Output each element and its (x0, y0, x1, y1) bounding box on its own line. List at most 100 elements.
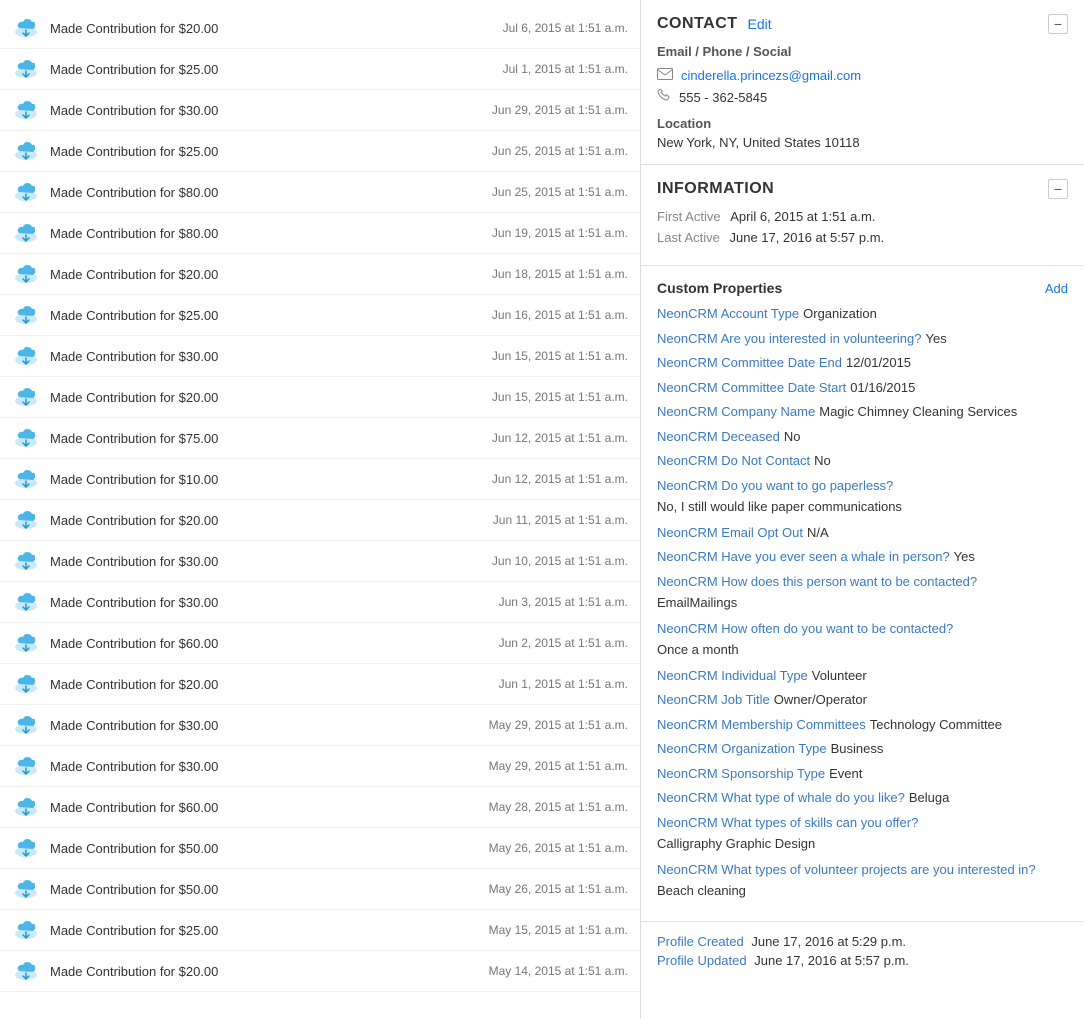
contribution-icon (12, 342, 40, 370)
activity-date: Jun 10, 2015 at 1:51 a.m. (492, 554, 628, 568)
property-label: NeonCRM How does this person want to be … (657, 574, 977, 589)
activity-date: May 14, 2015 at 1:51 a.m. (489, 964, 628, 978)
contribution-icon (12, 506, 40, 534)
contribution-icon (12, 137, 40, 165)
property-label: NeonCRM Membership Committees (657, 717, 866, 732)
property-label: NeonCRM What type of whale do you like? (657, 790, 905, 805)
activity-row: Made Contribution for $30.00 Jun 10, 2015… (0, 541, 640, 582)
property-row: NeonCRM Sponsorship TypeEvent (657, 764, 1068, 784)
property-value: Once a month (657, 640, 1068, 660)
activity-row: Made Contribution for $20.00May 14, 2015… (0, 951, 640, 992)
activity-text: Made Contribution for $30.00 (50, 554, 476, 569)
activity-row: Made Contribution for $80.00Jun 19, 2015… (0, 213, 640, 254)
contribution-icon (12, 711, 40, 739)
property-row: NeonCRM Do Not ContactNo (657, 451, 1068, 471)
property-row: NeonCRM Organization Type Business (657, 739, 1068, 759)
activity-date: Jul 6, 2015 at 1:51 a.m. (503, 21, 628, 35)
contribution-icon (12, 219, 40, 247)
contribution-icon (12, 752, 40, 780)
activity-row: Made Contribution for $20.00 Jun 1, 2015 … (0, 664, 640, 705)
contribution-icon (12, 957, 40, 985)
property-label: NeonCRM Email Opt Out (657, 525, 803, 540)
property-row: NeonCRM What type of whale do you like? B… (657, 788, 1068, 808)
profile-updated-value: June 17, 2016 at 5:57 p.m. (754, 953, 909, 968)
activity-row: Made Contribution for $30.00Jun 15, 2015… (0, 336, 640, 377)
property-value: Business (831, 741, 884, 756)
contribution-icon (12, 670, 40, 698)
location-label: Location (657, 116, 1068, 131)
property-label: NeonCRM Committee Date Start (657, 380, 846, 395)
activity-row: Made Contribution for $25.00May 15, 2015… (0, 910, 640, 951)
edit-contact-link[interactable]: Edit (748, 16, 772, 32)
property-label: NeonCRM Job Title (657, 692, 770, 707)
activity-date: Jul 1, 2015 at 1:51 a.m. (503, 62, 628, 76)
activity-text: Made Contribution for $20.00 (50, 513, 477, 528)
property-label: NeonCRM What types of volunteer projects… (657, 862, 1036, 877)
contribution-icon (12, 875, 40, 903)
property-value: Technology Committee (870, 717, 1002, 732)
activity-text: Made Contribution for $20.00 (50, 390, 476, 405)
activity-date: May 29, 2015 at 1:51 a.m. (489, 759, 628, 773)
information-collapse-btn[interactable]: − (1048, 179, 1068, 199)
activity-text: Made Contribution for $80.00 (50, 226, 476, 241)
activity-row: Made Contribution for $30.00May 29, 2015… (0, 746, 640, 787)
activity-text: Made Contribution for $20.00 (50, 267, 476, 282)
contribution-icon (12, 834, 40, 862)
property-row: NeonCRM Individual TypeVolunteer (657, 666, 1068, 686)
contact-panel: CONTACT Edit − Email / Phone / Social ci… (640, 0, 1084, 1019)
property-row: NeonCRM Do you want to go paperless?No, … (657, 476, 1068, 517)
contribution-icon (12, 260, 40, 288)
activity-date: Jun 11, 2015 at 1:51 a.m. (493, 513, 628, 527)
activity-text: Made Contribution for $20.00 (50, 21, 487, 36)
contribution-icon (12, 547, 40, 575)
property-label: NeonCRM Are you interested in volunteeri… (657, 331, 921, 346)
contribution-icon (12, 793, 40, 821)
contribution-icon (12, 465, 40, 493)
property-row: NeonCRM Email Opt Out N/A (657, 523, 1068, 543)
activity-text: Made Contribution for $30.00 (50, 103, 476, 118)
activity-date: May 28, 2015 at 1:51 a.m. (489, 800, 628, 814)
activity-row: Made Contribution for $20.00 Jul 6, 2015 … (0, 8, 640, 49)
activity-text: Made Contribution for $20.00 (50, 677, 483, 692)
activity-row: Made Contribution for $20.00Jun 18, 2015… (0, 254, 640, 295)
property-row: NeonCRM DeceasedNo (657, 427, 1068, 447)
contribution-icon (12, 629, 40, 657)
activity-text: Made Contribution for $25.00 (50, 923, 473, 938)
property-value: Organization (803, 306, 877, 321)
activity-row: Made Contribution for $80.00Jun 25, 2015… (0, 172, 640, 213)
contribution-icon (12, 178, 40, 206)
email-icon (657, 67, 673, 83)
activity-date: Jun 1, 2015 at 1:51 a.m. (499, 677, 628, 691)
information-section: INFORMATION − First Active April 6, 2015… (641, 165, 1084, 266)
contact-collapse-btn[interactable]: − (1048, 14, 1068, 34)
property-row: NeonCRM Committee Date End12/01/2015 (657, 353, 1068, 373)
property-value: Calligraphy Graphic Design (657, 834, 1068, 854)
property-value: N/A (807, 525, 829, 540)
first-active-label: First Active (657, 209, 721, 224)
activity-date: Jun 12, 2015 at 1:51 a.m. (492, 431, 628, 445)
property-value: Beluga (909, 790, 949, 805)
email-value[interactable]: cinderella.princezs@gmail.com (681, 68, 861, 83)
property-label: NeonCRM Sponsorship Type (657, 766, 825, 781)
activity-text: Made Contribution for $30.00 (50, 595, 483, 610)
add-property-btn[interactable]: Add (1045, 281, 1068, 296)
activity-date: Jun 16, 2015 at 1:51 a.m. (492, 308, 628, 322)
contact-title: CONTACT (657, 15, 738, 33)
location-value: New York, NY, United States 10118 (657, 135, 1068, 150)
activity-row: Made Contribution for $25.00Jun 25, 2015… (0, 131, 640, 172)
property-row: NeonCRM What types of skills can you off… (657, 813, 1068, 854)
property-row: NeonCRM Committee Date Start 01/16/2015 (657, 378, 1068, 398)
information-title: INFORMATION (657, 180, 774, 198)
activity-row: Made Contribution for $25.00Jul 1, 2015 … (0, 49, 640, 90)
contact-section: CONTACT Edit − Email / Phone / Social ci… (641, 0, 1084, 165)
activity-text: Made Contribution for $25.00 (50, 308, 476, 323)
property-label: NeonCRM Committee Date End (657, 355, 842, 370)
activity-text: Made Contribution for $30.00 (50, 718, 473, 733)
profile-meta: Profile Created June 17, 2016 at 5:29 p.… (641, 922, 1084, 984)
contact-subtitle: Email / Phone / Social (657, 44, 1068, 59)
activity-row: Made Contribution for $50.00May 26, 2015… (0, 869, 640, 910)
property-label: NeonCRM Organization Type (657, 741, 827, 756)
activity-date: Jun 3, 2015 at 1:51 a.m. (499, 595, 628, 609)
property-value: 01/16/2015 (850, 380, 915, 395)
property-row: NeonCRM Membership Committees Technology … (657, 715, 1068, 735)
